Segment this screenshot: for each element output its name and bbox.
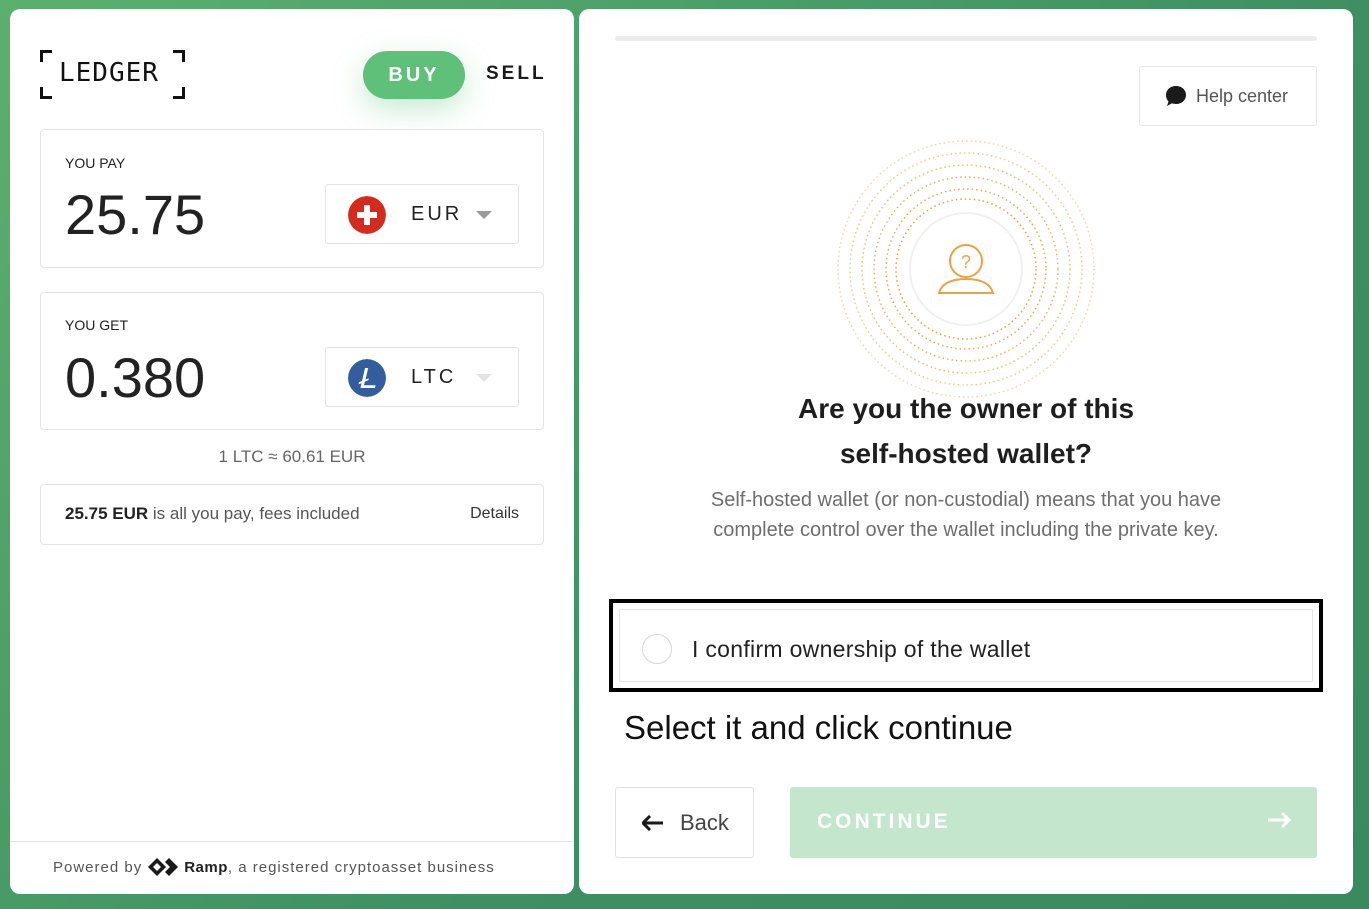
confirm-ownership-option[interactable]: I confirm ownership of the wallet bbox=[609, 599, 1323, 692]
continue-label: CONTINUE bbox=[817, 810, 951, 833]
fees-description: is all you pay, fees included bbox=[148, 504, 360, 523]
ownership-question: Are you the owner of this self-hosted wa… bbox=[579, 386, 1353, 476]
get-currency-select[interactable]: LTC bbox=[325, 347, 519, 407]
arrow-right-icon bbox=[1268, 811, 1291, 829]
self-hosted-description: Self-hosted wallet (or non-custodial) me… bbox=[710, 489, 1222, 541]
footer-suffix: , a registered cryptoasset business bbox=[227, 858, 495, 876]
help-center-button[interactable]: Help center bbox=[1139, 66, 1317, 126]
get-amount-input[interactable]: 0.380 bbox=[65, 345, 205, 410]
you-pay-box: YOU PAY 25.75 EUR bbox=[40, 129, 544, 268]
you-get-label: YOU GET bbox=[65, 317, 129, 333]
swiss-flag-icon bbox=[348, 196, 386, 234]
question-line-2: self-hosted wallet? bbox=[839, 438, 1093, 469]
back-button[interactable]: Back bbox=[615, 787, 754, 858]
question-line-1: Are you the owner of this bbox=[797, 393, 1135, 424]
sell-tab[interactable]: SELL bbox=[486, 63, 547, 85]
verification-panel: Help center ? Are you the owner of this … bbox=[579, 9, 1353, 894]
chevron-down-icon bbox=[476, 374, 492, 382]
fees-amount: 25.75 EUR bbox=[65, 504, 149, 523]
chat-bubble-icon bbox=[1166, 86, 1186, 106]
powered-by-label: Powered by bbox=[53, 858, 143, 876]
pay-currency-select[interactable]: EUR bbox=[325, 184, 519, 244]
continue-button[interactable]: CONTINUE bbox=[790, 787, 1317, 858]
fees-text: 25.75 EUR is all you pay, fees included bbox=[65, 504, 360, 524]
powered-by-footer: Powered by Ramp , a registered cryptoass… bbox=[53, 858, 495, 876]
ramp-name[interactable]: Ramp bbox=[184, 859, 228, 876]
instruction-caption: Select it and click continue bbox=[624, 709, 1013, 746]
pay-amount-input[interactable]: 25.75 bbox=[65, 182, 205, 247]
svg-text:?: ? bbox=[961, 252, 971, 272]
confirm-ownership-label[interactable]: I confirm ownership of the wallet bbox=[692, 636, 1030, 663]
pay-currency-label: EUR bbox=[411, 203, 463, 225]
logo-text: LEDGER bbox=[59, 58, 159, 88]
progress-bar bbox=[615, 36, 1317, 41]
buy-tab[interactable]: BUY bbox=[363, 51, 465, 99]
fees-summary: 25.75 EUR is all you pay, fees included … bbox=[40, 484, 544, 545]
litecoin-icon bbox=[348, 359, 386, 397]
details-link[interactable]: Details bbox=[470, 505, 519, 523]
unknown-user-illustration: ? bbox=[837, 140, 1095, 398]
ramp-logo-icon bbox=[148, 858, 179, 876]
you-pay-label: YOU PAY bbox=[65, 155, 126, 171]
arrow-left-icon bbox=[642, 814, 663, 831]
exchange-rate: 1 LTC ≈ 60.61 EUR bbox=[218, 447, 366, 466]
you-get-box: YOU GET 0.380 LTC bbox=[40, 292, 544, 430]
confirm-ownership-radio[interactable] bbox=[642, 634, 672, 664]
get-currency-label: LTC bbox=[411, 366, 457, 388]
ledger-logo: LEDGER bbox=[40, 50, 185, 99]
help-center-label: Help center bbox=[1196, 85, 1289, 106]
confirm-ownership-row[interactable]: I confirm ownership of the wallet bbox=[619, 609, 1313, 682]
chevron-down-icon bbox=[476, 211, 492, 219]
order-panel: LEDGER BUY SELL YOU PAY 25.75 EUR YOU GE… bbox=[10, 9, 574, 894]
back-label: Back bbox=[680, 809, 729, 835]
footer-divider bbox=[10, 841, 574, 842]
